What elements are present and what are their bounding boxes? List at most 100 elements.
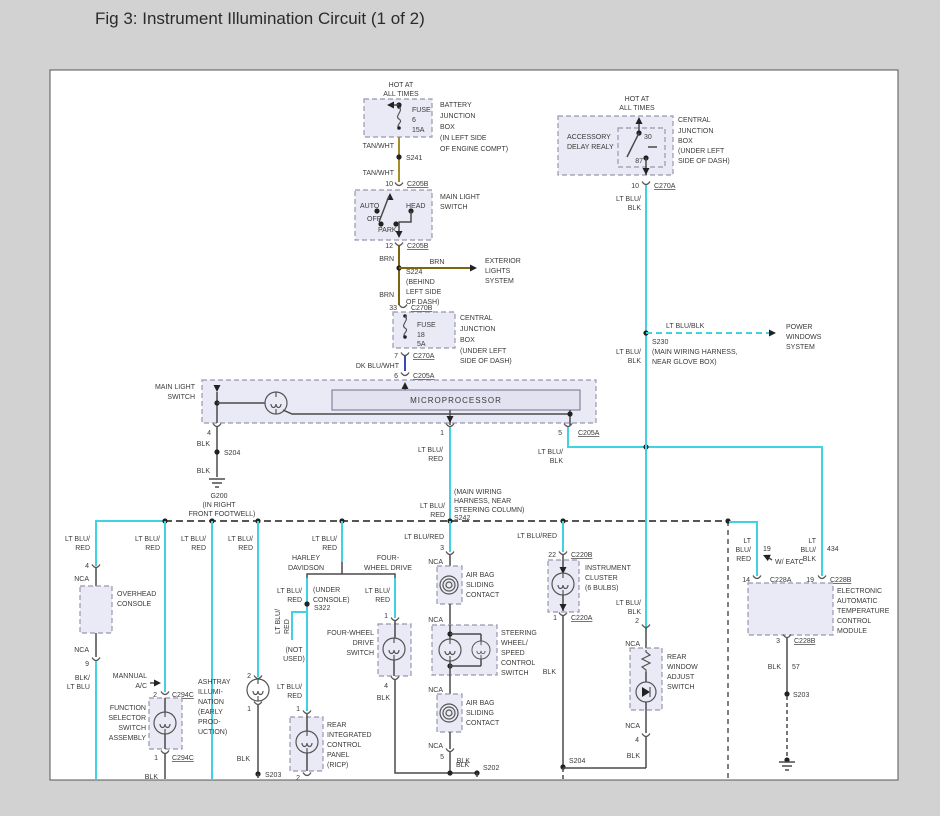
- switch-pos-park: PARK: [378, 227, 397, 234]
- wire-label: LT BLU/RED: [404, 534, 444, 541]
- pin-1: 1: [247, 706, 251, 713]
- pin-1: 1: [553, 615, 557, 622]
- wire-label: RED: [191, 545, 206, 552]
- not-used-label: USED): [283, 656, 305, 663]
- fuse-label: FUSE: [417, 322, 436, 329]
- wire-label: BLK: [628, 205, 642, 212]
- pin-6: 6: [394, 373, 398, 380]
- cluster-label: CLUSTER: [585, 575, 618, 582]
- eatc-label: CONTROL: [837, 618, 871, 625]
- connector-c205a: C205A: [578, 430, 600, 437]
- relay-terminal-87: 87: [635, 158, 643, 165]
- cjb-label: CENTRAL: [460, 315, 493, 322]
- wire-label: LT BLU/: [312, 536, 337, 543]
- wire-label: LT BLU/: [277, 684, 302, 691]
- air-bag-label: CONTACT: [466, 720, 500, 727]
- connector-c228b: C228B: [794, 638, 816, 645]
- all-times-label: ALL TIMES: [383, 91, 419, 98]
- hot-at-label: HOT AT: [389, 82, 414, 89]
- splice-label-s230: S230: [652, 339, 668, 346]
- wire-label: LT BLU/: [616, 196, 641, 203]
- steering-switch-label: WHEEL/: [501, 640, 528, 647]
- connector-c270b: C270B: [411, 305, 433, 312]
- cluster-label: INSTRUMENT: [585, 565, 632, 572]
- pin-1: 1: [296, 706, 300, 713]
- wire-label: LT BLU/: [365, 588, 390, 595]
- pin-4: 4: [635, 737, 639, 744]
- wire-label-nca: NCA: [74, 647, 89, 654]
- wire-label: LT BLU/: [228, 536, 253, 543]
- splice-label-s242: HARNESS, NEAR: [454, 498, 511, 505]
- wire-label: LT BLU/: [616, 600, 641, 607]
- wire-label: LT BLU/RED: [517, 533, 557, 540]
- pin-1: 1: [440, 430, 444, 437]
- splice-s241: [396, 154, 401, 159]
- eatc-module-box: [748, 583, 833, 635]
- wire-label: LT BLU/: [418, 447, 443, 454]
- wire-label: LT BLU/: [65, 536, 90, 543]
- splice-label-s204: S204: [569, 758, 585, 765]
- wire-label: LT BLU: [67, 684, 90, 691]
- cjb-label: BOX: [460, 337, 475, 344]
- page-title: Fig 3: Instrument Illumination Circuit (…: [95, 9, 425, 28]
- splice-label-s230: NEAR GLOVE BOX): [652, 359, 717, 366]
- connector-c220b: C220B: [571, 552, 593, 559]
- connector-c294c: C294C: [172, 755, 194, 762]
- fwd-switch-label: SWITCH: [346, 650, 374, 657]
- wire-label-blk: BLK: [197, 441, 211, 448]
- air-bag-label: SLIDING: [466, 582, 494, 589]
- fuse-number: 6: [412, 117, 416, 124]
- bjb-label: JUNCTION: [440, 113, 475, 120]
- wire-label: LT BLU/: [181, 536, 206, 543]
- power-windows-label: SYSTEM: [786, 344, 815, 351]
- splice-label-s242: (MAIN WIRING: [454, 489, 502, 496]
- ashtray-label: ILLUMI-: [198, 689, 224, 696]
- mls-module-label: MAIN LIGHT: [155, 384, 196, 391]
- ashtray-label: NATION: [198, 699, 224, 706]
- wire-label-blk: BLK: [237, 756, 251, 763]
- wire-label-rotated: LT BLU/: [275, 609, 282, 634]
- pin-10: 10: [631, 183, 639, 190]
- power-windows-label: POWER: [786, 324, 812, 331]
- splice-label-s204: S204: [224, 450, 240, 457]
- wire-label-dk-blu-wht: DK BLU/WHT: [356, 363, 400, 370]
- splice-label-s224: (BEHIND: [406, 279, 435, 286]
- air-bag-label: AIR BAG: [466, 572, 494, 579]
- wire-label-blk: BLK: [543, 669, 557, 676]
- pin-10: 10: [385, 181, 393, 188]
- wire-label: BLK: [628, 358, 642, 365]
- rear-window-label: REAR: [667, 654, 686, 661]
- wire-label: BLK: [550, 458, 564, 465]
- rear-window-label: SWITCH: [667, 684, 695, 691]
- circuit-434: 434: [827, 546, 839, 553]
- wire-label: BLU/: [800, 547, 816, 554]
- splice-label-s203: S203: [793, 692, 809, 699]
- fwd-switch-label: FOUR-WHEEL: [327, 630, 374, 637]
- wire-label-blk: BLK: [457, 758, 471, 765]
- wire-label: BLK: [628, 609, 642, 616]
- wire-label: RED: [287, 693, 302, 700]
- wire-label: RED: [238, 545, 253, 552]
- connector-c228b: C228B: [830, 577, 852, 584]
- bjb-label: (IN LEFT SIDE: [440, 135, 487, 142]
- wire-label: RED: [145, 545, 160, 552]
- fuse-label: FUSE: [412, 107, 431, 114]
- pin-22: 22: [548, 552, 556, 559]
- eatc-label: MODULE: [837, 628, 867, 635]
- ground-g200-label: (IN RIGHT: [202, 502, 236, 509]
- steering-wheel-switch-box: [432, 625, 497, 675]
- circuit-19: 19: [763, 546, 771, 553]
- overhead-console-label: CONSOLE: [117, 601, 152, 608]
- all-times-label: ALL TIMES: [619, 105, 655, 112]
- connector-c205b: C205B: [407, 243, 429, 250]
- pin-4: 4: [384, 683, 388, 690]
- manual-ac-label: MANNUAL: [113, 673, 147, 680]
- cjb-label: SIDE OF DASH): [460, 358, 512, 365]
- air-bag-label: AIR BAG: [466, 700, 494, 707]
- wire-label: LT BLU/: [135, 536, 160, 543]
- wire-label: LT BLU/: [538, 449, 563, 456]
- ricp-label: (RICP): [327, 762, 348, 769]
- switch-pos-head: HEAD: [406, 203, 425, 210]
- mls-module-label: SWITCH: [167, 394, 195, 401]
- pin-2: 2: [296, 775, 300, 782]
